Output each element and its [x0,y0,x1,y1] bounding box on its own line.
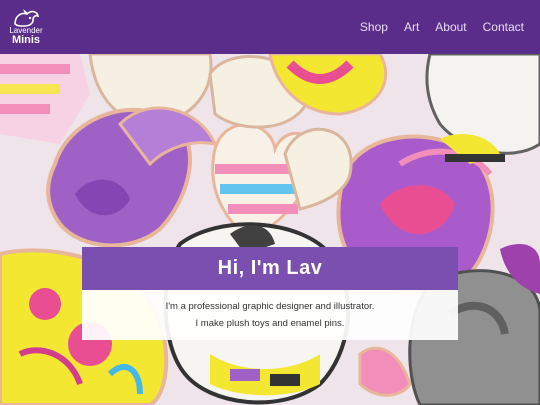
hero-intro: I'm a professional graphic designer and … [82,290,458,340]
nav-art[interactable]: Art [396,20,427,34]
brand-line2: Minis [11,34,41,46]
hero-background-image [0,54,540,405]
brand-logo[interactable]: Lavender Minis [6,8,46,46]
hero-title: Hi, I'm Lav [82,247,458,290]
hero-intro-line1: I'm a professional graphic designer and … [165,301,375,312]
main-nav: Shop Art About Contact [352,20,532,34]
hero-intro-line2: I make plush toys and enamel pins. [195,318,345,329]
site-header: Lavender Minis Shop Art About Contact [0,0,540,54]
nav-contact[interactable]: Contact [475,20,532,34]
nav-about[interactable]: About [427,20,474,34]
nav-shop[interactable]: Shop [352,20,396,34]
hero-section: Hi, I'm Lav I'm a professional graphic d… [0,54,540,405]
dragon-logo-icon [14,9,40,27]
